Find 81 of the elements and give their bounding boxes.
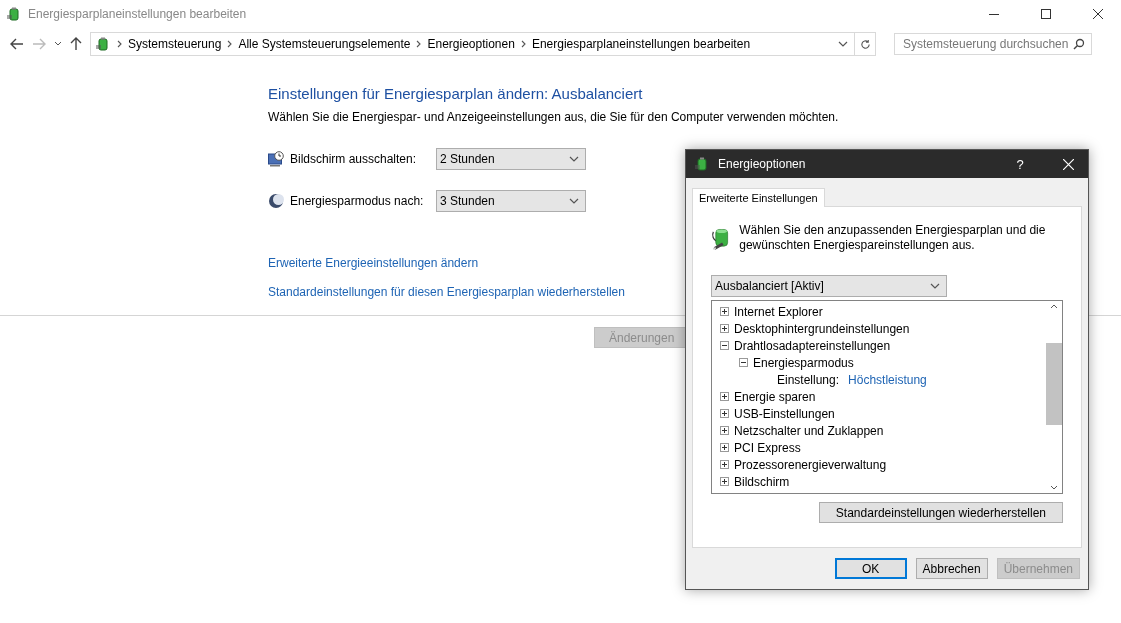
window-title: Energiesparplaneinstellungen bearbeiten: [28, 7, 247, 21]
tree-item[interactable]: Desktophintergrundeinstellungen: [734, 321, 910, 336]
minus-icon: [721, 342, 728, 349]
help-button[interactable]: ?: [1000, 155, 1040, 173]
tree-item[interactable]: Energiesparmodus: [753, 355, 854, 370]
expand-toggle[interactable]: [720, 392, 729, 401]
tree-item[interactable]: Energie sparen: [734, 389, 816, 404]
battery-plug-icon: [6, 6, 22, 22]
expand-toggle[interactable]: [720, 307, 729, 316]
chevron-down-icon: [569, 198, 579, 204]
tree-item[interactable]: Netzschalter und Zuklappen: [734, 423, 884, 438]
tree-item[interactable]: Prozessorenergieverwaltung: [734, 457, 887, 472]
expand-toggle[interactable]: [720, 460, 729, 469]
arrow-right-icon: [32, 38, 46, 50]
search-icon: [1073, 38, 1085, 50]
collapse-toggle[interactable]: [739, 358, 748, 367]
chevron-down-icon: [838, 41, 848, 47]
breadcrumb[interactable]: Energiesparplaneinstellungen bearbeiten: [531, 37, 751, 51]
plan-dropdown[interactable]: Ausbalanciert [Aktiv]: [711, 275, 947, 297]
address-bar[interactable]: Systemsteuerung Alle Systemsteuerungselemente Energieoptionen Energiesparplaneinstellungen bearbeiten: [90, 32, 876, 56]
chevron-right-icon: [520, 40, 526, 48]
expand-toggle[interactable]: [720, 426, 729, 435]
close-icon: [1093, 9, 1103, 19]
plus-icon: [721, 308, 728, 315]
battery-plug-icon: [694, 156, 710, 172]
tree-item[interactable]: PCI Express: [734, 440, 801, 455]
battery-plug-icon: [95, 36, 111, 52]
breadcrumb[interactable]: Energieoptionen: [427, 37, 515, 51]
minus-icon: [740, 359, 747, 366]
chevron-up-icon: [1049, 304, 1058, 309]
plus-icon: [721, 461, 728, 468]
page-description: Wählen Sie die Energiespar- und Anzeigeeinstellungen aus, die Sie für den Computer verwenden möchten.: [268, 110, 840, 124]
plus-icon: [721, 393, 728, 400]
plus-icon: [721, 478, 728, 485]
plus-icon: [721, 427, 728, 434]
breadcrumb[interactable]: Systemsteuerung: [128, 37, 222, 51]
chevron-down-icon: [54, 41, 62, 47]
chevron-right-icon: [227, 40, 233, 48]
chevron-down-icon: [930, 283, 940, 289]
plus-icon: [721, 325, 728, 332]
tree-item[interactable]: Internet Explorer: [734, 304, 823, 319]
breadcrumb[interactable]: Alle Systemsteuerungselemente: [238, 37, 411, 51]
search-field[interactable]: Systemsteuerung durchsuchen: [894, 33, 1092, 55]
link[interactable]: Erweiterte Energieeinstellungen ändern: [268, 256, 479, 270]
collapse-toggle[interactable]: [720, 341, 729, 350]
expand-toggle[interactable]: [720, 324, 729, 333]
chevron-down-icon: [569, 156, 579, 162]
expand-toggle[interactable]: [720, 443, 729, 452]
dialog-button[interactable]: OK: [834, 558, 907, 579]
chevron-down-icon: [1049, 485, 1058, 490]
tree-item[interactable]: Bildschirm: [734, 474, 790, 489]
tree-item[interactable]: Drahtlosadaptereinstellungen: [734, 338, 891, 353]
dialog-button[interactable]: Abbrechen: [915, 558, 988, 579]
back-button[interactable]: [8, 36, 26, 52]
setting-value-link[interactable]: Höchstleistung: [848, 372, 927, 387]
expand-toggle[interactable]: [720, 409, 729, 418]
moon-icon: [268, 193, 284, 209]
arrow-left-icon: [10, 38, 24, 50]
setting-label: Einstellung:: [777, 372, 840, 387]
scrollbar-thumb[interactable]: [1045, 343, 1062, 425]
plus-icon: [721, 410, 728, 417]
link[interactable]: Standardeinstellungen für diesen Energiesparplan wiederherstellen: [268, 285, 625, 299]
plus-icon: [721, 444, 728, 451]
dialog-title: Energieoptionen: [718, 157, 806, 171]
dialog-description: Wählen Sie den anzupassenden Energiesparplan und die gewünschten Energiespareinstellungen aus.: [739, 223, 1047, 253]
monitor-clock-icon: [268, 151, 284, 167]
chevron-right-icon: [416, 40, 422, 48]
chevron-right-icon: [117, 40, 122, 48]
up-button[interactable]: [68, 35, 84, 53]
tab[interactable]: Erweiterte Einstellungen: [692, 188, 825, 207]
page-heading: Einstellungen für Energiesparplan ändern: Ausbalanciert: [268, 85, 644, 102]
setting-label: Energiesparmodus nach:: [290, 194, 425, 208]
close-icon: [1062, 158, 1074, 170]
expand-toggle[interactable]: [720, 477, 729, 486]
maximize-icon: [1041, 9, 1051, 19]
dropdown[interactable]: 2 Stunden: [436, 148, 586, 170]
arrow-up-icon: [70, 37, 82, 51]
tree-item[interactable]: USB-Einstellungen: [734, 406, 835, 421]
dropdown[interactable]: 3 Stunden: [436, 190, 586, 212]
restore-defaults-button[interactable]: Standardeinstellungen wiederherstellen: [818, 502, 1063, 523]
setting-label: Bildschirm ausschalten:: [290, 152, 418, 166]
